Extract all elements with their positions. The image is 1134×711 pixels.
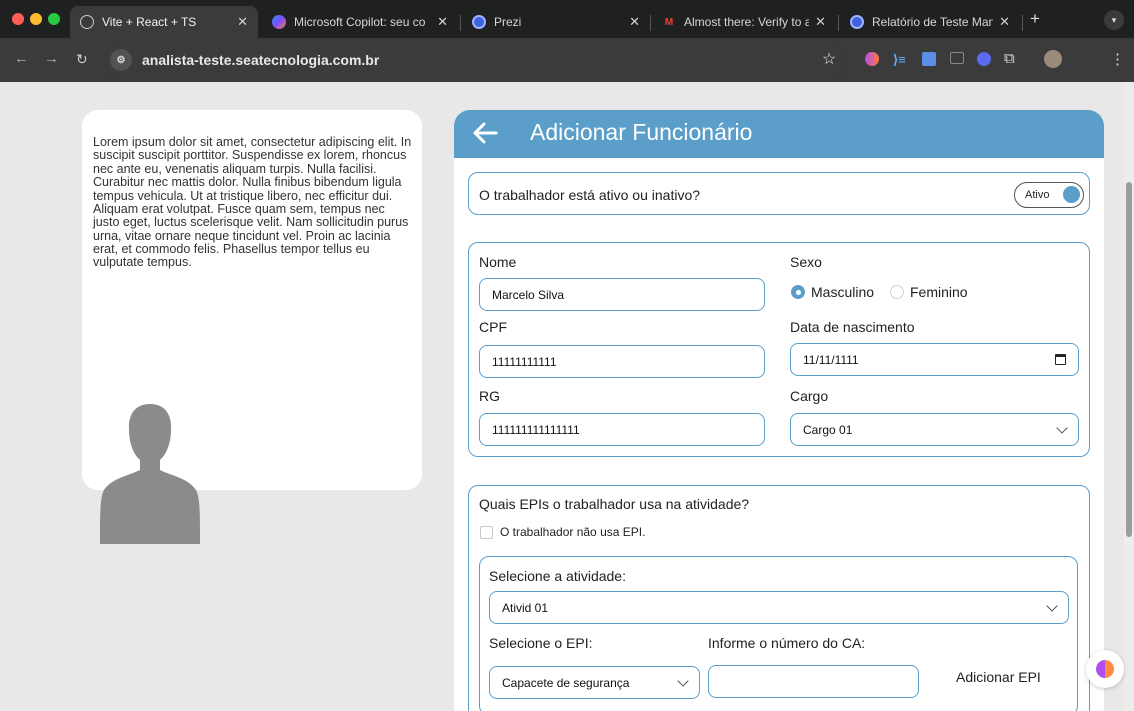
translate-extension-icon[interactable] <box>922 52 936 66</box>
browser-tab-1[interactable]: Vite + React + TS ✕ <box>70 6 258 38</box>
bookmark-star-icon[interactable]: ☆ <box>822 49 836 69</box>
role-select-value: Cargo 01 <box>803 422 853 437</box>
chevron-down-icon <box>677 675 689 687</box>
activity-select-value: Ativid 01 <box>502 600 549 615</box>
tab-title: Almost there: Verify to as <box>684 15 810 29</box>
reload-icon[interactable]: ↻ <box>76 51 88 68</box>
epi-select-label: Selecione o EPI: <box>489 635 593 651</box>
ca-input[interactable] <box>708 665 919 698</box>
activity-label: Selecione a atividade: <box>489 568 626 584</box>
tab-title: Microsoft Copilot: seu co <box>294 15 426 29</box>
tab-title: Vite + React + TS <box>102 15 197 29</box>
active-toggle[interactable]: Ativo <box>1014 182 1084 208</box>
extension-icon[interactable]: ⟩≡ <box>893 52 906 68</box>
site-settings-icon[interactable]: ⚙ <box>110 49 132 71</box>
browser-tab-bar: Vite + React + TS ✕ Microsoft Copilot: s… <box>0 0 1134 38</box>
role-label: Cargo <box>790 388 829 404</box>
info-description: Lorem ipsum dolor sit amet, consectetur … <box>93 135 412 270</box>
back-arrow-icon[interactable] <box>472 120 498 146</box>
name-label: Nome <box>479 254 517 270</box>
browser-tab-2[interactable]: Microsoft Copilot: seu co ✕ <box>262 6 458 38</box>
tab-close-icon[interactable]: ✕ <box>237 14 248 30</box>
toggle-label: Ativo <box>1025 189 1050 201</box>
forward-icon[interactable]: → <box>44 50 59 67</box>
new-tab-button[interactable]: + <box>1030 9 1040 29</box>
person-silhouette-icon <box>100 404 200 544</box>
radio-feminino-label[interactable]: Feminino <box>910 284 968 300</box>
form-title: Adicionar Funcionário <box>530 119 753 145</box>
add-epi-button[interactable]: Adicionar EPI <box>956 669 1041 685</box>
tab-close-icon[interactable]: ✕ <box>437 14 448 30</box>
birthdate-label: Data de nascimento <box>790 319 915 335</box>
profile-avatar-icon[interactable] <box>1044 50 1062 68</box>
browser-menu-icon[interactable]: ⋮ <box>1110 50 1125 68</box>
calendar-icon[interactable] <box>1055 354 1066 365</box>
prezi-icon <box>850 15 864 29</box>
epi-question: Quais EPIs o trabalhador usa na atividad… <box>479 496 750 512</box>
gmail-icon: M <box>664 16 674 28</box>
browser-tab-5[interactable]: Relatório de Teste Manua ✕ <box>840 6 1020 38</box>
url-text: analista-teste.seatecnologia.com.br <box>142 52 380 68</box>
radio-masculino-label[interactable]: Masculino <box>811 284 874 300</box>
tab-close-icon[interactable]: ✕ <box>999 14 1010 30</box>
no-epi-label[interactable]: O trabalhador não usa EPI. <box>500 525 645 539</box>
tab-close-icon[interactable]: ✕ <box>629 14 640 30</box>
globe-icon <box>80 15 94 29</box>
epi-select-value: Capacete de segurança <box>502 675 630 690</box>
browser-tab-4[interactable]: M Almost there: Verify to as ✕ <box>652 6 836 38</box>
tab-title: Relatório de Teste Manua <box>872 15 994 29</box>
no-epi-checkbox[interactable] <box>480 526 493 539</box>
zoom-window-button[interactable] <box>48 13 60 25</box>
close-window-button[interactable] <box>12 13 24 25</box>
cpf-input[interactable]: 11111111111 <box>479 345 765 378</box>
browser-tab-3[interactable]: Prezi ✕ <box>462 6 650 38</box>
toggle-knob <box>1063 186 1080 203</box>
copilot-icon <box>272 15 286 29</box>
minimize-window-button[interactable] <box>30 13 42 25</box>
sex-label: Sexo <box>790 254 822 270</box>
role-select[interactable]: Cargo 01 <box>790 413 1079 446</box>
copilot-extension-icon[interactable] <box>865 52 879 66</box>
name-input[interactable]: Marcelo Silva <box>479 278 765 311</box>
scrollbar-thumb[interactable] <box>1126 182 1132 537</box>
chevron-down-icon <box>1056 422 1068 434</box>
employee-form-panel: Adicionar Funcionário O trabalhador está… <box>454 110 1104 711</box>
copilot-icon <box>1096 660 1114 678</box>
back-icon[interactable]: ← <box>14 50 29 67</box>
copilot-floating-button[interactable] <box>1086 650 1124 688</box>
epi-select[interactable]: Capacete de segurança <box>489 666 700 699</box>
chevron-down-icon <box>1046 600 1058 612</box>
rg-label: RG <box>479 388 500 404</box>
address-bar[interactable]: ⚙ analista-teste.seatecnologia.com.br <box>104 44 848 76</box>
assistant-extension-icon[interactable] <box>977 52 991 66</box>
tab-close-icon[interactable]: ✕ <box>815 14 826 30</box>
birthdate-value: 11/11/1111 <box>803 352 859 367</box>
reading-list-icon[interactable] <box>950 52 964 64</box>
ca-label: Informe o número do CA: <box>708 635 866 651</box>
status-question: O trabalhador está ativo ou inativo? <box>479 187 701 203</box>
radio-feminino[interactable] <box>890 285 904 299</box>
radio-masculino[interactable] <box>791 285 805 299</box>
cpf-label: CPF <box>479 319 507 335</box>
tab-search-icon[interactable]: ▾ <box>1104 10 1124 30</box>
prezi-icon <box>472 15 486 29</box>
birthdate-input[interactable]: 11/11/1111 <box>790 343 1079 376</box>
activity-select[interactable]: Ativid 01 <box>489 591 1069 624</box>
rg-input[interactable]: 111111111111111 <box>479 413 765 446</box>
form-header: Adicionar Funcionário <box>454 110 1104 158</box>
extensions-puzzle-icon[interactable]: ⧉ <box>1004 50 1015 67</box>
tab-title: Prezi <box>494 15 522 29</box>
